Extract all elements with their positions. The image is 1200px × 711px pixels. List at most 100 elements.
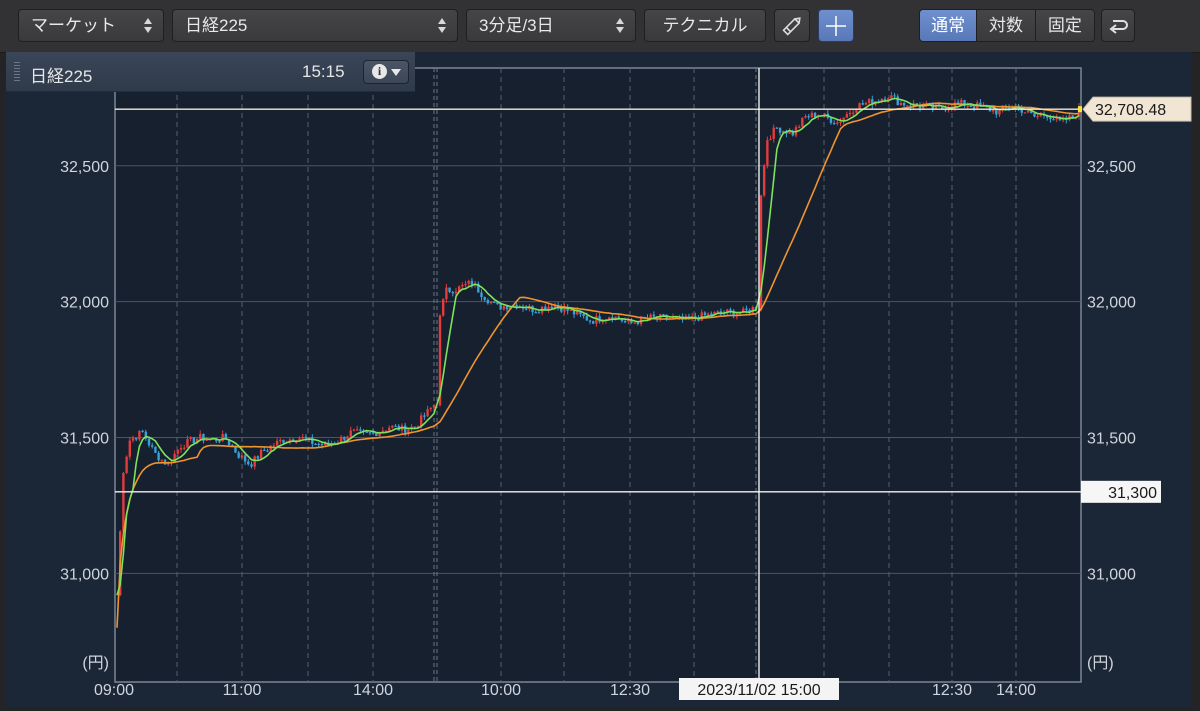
candle-body [448, 287, 451, 292]
candle-body [801, 117, 804, 127]
candle-body [131, 438, 135, 441]
candle-body [1036, 116, 1039, 118]
plot-area [114, 67, 1082, 683]
candle-body [845, 114, 849, 118]
candle-body [633, 322, 636, 324]
candle-body [524, 308, 528, 310]
candle-body [183, 447, 186, 449]
technical-button-label: テクニカル [662, 16, 748, 35]
chart-panel[interactable]: 31,000 31,000 31,500 31,500 32,000 32,000 32,5… [6, 52, 1192, 707]
candle-body [304, 436, 308, 439]
drawing-tool-button[interactable] [774, 9, 810, 42]
hline-price-value: 31,300 [1108, 485, 1157, 502]
candle-body [706, 313, 710, 315]
candle-body [569, 309, 573, 311]
scale-fixed-button[interactable]: 固定 [1034, 10, 1094, 41]
candle-body [502, 306, 506, 310]
scale-log-button[interactable]: 対数 [976, 10, 1035, 41]
candle-body [371, 432, 375, 434]
candle-body [441, 299, 445, 316]
x-tick-label: 10:00 [481, 682, 521, 699]
candle-body [1049, 117, 1052, 120]
candle-body [745, 308, 748, 310]
candle-body [839, 121, 842, 123]
crosshair-button[interactable] [818, 9, 854, 42]
candle-body [582, 314, 585, 317]
symbol-select[interactable]: 日経225 [172, 9, 458, 42]
pencil-icon [782, 17, 801, 36]
scale-normal-button[interactable]: 通常 [920, 10, 977, 41]
x-tick-label: 14:00 [353, 682, 393, 699]
toolbar: マーケット 日経225 3分足/3日 テクニカル 通常 対数 固定 [0, 0, 1200, 53]
candle-body [1033, 113, 1036, 117]
candle-body [1052, 119, 1055, 121]
candle-body [349, 430, 352, 437]
candle-body [311, 437, 314, 444]
candle-body [179, 448, 183, 450]
candle-body [893, 95, 896, 97]
candle-body [883, 98, 887, 101]
y-tick-label-right: 31,000 [1087, 566, 1136, 583]
candle-body [703, 312, 707, 315]
candle-body [829, 117, 833, 124]
candle-body [138, 430, 141, 440]
select-arrows-icon [438, 18, 447, 33]
candle-body [429, 407, 432, 410]
x-tick-label: 14:00 [996, 682, 1036, 699]
current-price-value: 32,708.48 [1095, 102, 1166, 119]
candle-body [775, 127, 779, 129]
candle-body [157, 452, 160, 461]
interval-select-label: 3分足/3日 [479, 16, 554, 35]
current-price-marker [1078, 106, 1082, 113]
candle-body [365, 431, 368, 433]
info-menu-button[interactable]: i [363, 60, 409, 84]
market-select-label: マーケット [31, 16, 116, 35]
x-tick-label: 12:30 [932, 682, 972, 699]
candle-body [282, 439, 285, 443]
candle-body [995, 109, 998, 115]
candle-body [896, 96, 899, 106]
candle-body [762, 165, 766, 196]
candle-body [867, 99, 871, 103]
candle-body [192, 437, 196, 443]
candle-body [221, 433, 224, 442]
candle-body [585, 316, 589, 321]
y-tick-label-right: 32,500 [1087, 159, 1136, 176]
panel-time: 15:15 [302, 62, 345, 81]
x-tick-label: 09:00 [94, 682, 134, 699]
candle-body [151, 445, 154, 447]
crosshair-icon [826, 16, 846, 36]
market-select[interactable]: マーケット [18, 9, 164, 42]
info-icon: i [372, 64, 387, 79]
undo-button[interactable] [1101, 9, 1135, 42]
y-tick-label-right: 32,000 [1087, 295, 1136, 312]
select-arrows-icon [616, 18, 625, 33]
candle-body [259, 449, 263, 459]
candle-body [464, 283, 467, 286]
price-chart[interactable]: 31,000 31,000 31,500 31,500 32,000 32,000 32,5… [6, 52, 1192, 707]
candle-body [991, 109, 995, 112]
drag-handle-icon[interactable] [14, 62, 20, 82]
candle-body [368, 432, 372, 434]
y-unit-label-right: (円) [1087, 655, 1114, 672]
candle-body [237, 452, 240, 458]
candle-body [716, 311, 719, 313]
candle-body [147, 438, 151, 446]
candle-body [804, 116, 807, 118]
candle-body [154, 446, 157, 453]
candle-body [394, 425, 397, 427]
candle-body [489, 301, 493, 304]
y-unit-label-left: (円) [82, 655, 109, 672]
candle-body [176, 449, 180, 454]
candle-body [243, 455, 247, 462]
candle-body [778, 127, 782, 133]
candle-body [355, 429, 359, 431]
candle-body [493, 301, 496, 303]
candle-body [320, 444, 324, 446]
candle-body [595, 316, 598, 324]
interval-select[interactable]: 3分足/3日 [466, 9, 636, 42]
technical-button[interactable]: テクニカル [644, 9, 766, 42]
panel-title: 日経225 [30, 67, 93, 86]
candle-body [966, 105, 969, 108]
candle-body [550, 306, 553, 309]
